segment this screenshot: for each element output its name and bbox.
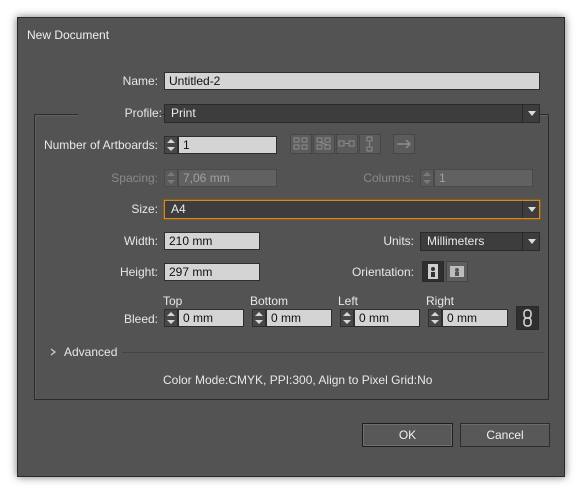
columns-label: Columns: (363, 171, 414, 185)
advanced-label[interactable]: Advanced (64, 345, 117, 359)
chevron-down-icon (522, 201, 539, 218)
ok-button[interactable]: OK (362, 423, 453, 447)
cancel-button[interactable]: Cancel (460, 423, 550, 447)
document-summary: Color Mode:CMYK, PPI:300, Align to Pixel… (163, 373, 433, 387)
spacing-input[interactable]: 7,06 mm (178, 169, 277, 187)
artboards-label: Number of Artboards: (43, 138, 158, 152)
units-label: Units: (383, 234, 414, 248)
orientation-label: Orientation: (351, 265, 414, 279)
arrange-by-row-icon (338, 140, 355, 147)
size-value: A4 (171, 202, 186, 216)
profile-label: Profile: (78, 106, 162, 120)
bleed-left-label: Left (338, 294, 359, 308)
grid-by-column-icon (316, 137, 331, 150)
columns-stepper[interactable] (420, 169, 434, 187)
portrait-button[interactable] (422, 261, 444, 282)
grid-by-column-button[interactable] (313, 134, 335, 154)
bleed-right-label: Right (426, 294, 455, 308)
arrange-by-column-button[interactable] (359, 134, 381, 154)
advanced-divider (122, 352, 544, 353)
columns-input[interactable]: 1 (434, 169, 533, 187)
units-value: Millimeters (427, 234, 485, 248)
bleed-left-input[interactable]: 0 mm (354, 309, 420, 327)
height-input[interactable]: 297 mm (164, 263, 260, 281)
profile-value: Print (171, 106, 196, 120)
grid-by-row-icon (293, 137, 308, 150)
bleed-right-stepper[interactable] (428, 309, 442, 327)
units-select[interactable]: Millimeters (420, 232, 540, 251)
bleed-bottom-label: Bottom (250, 294, 289, 308)
name-input[interactable]: Untitled-2 (164, 72, 540, 90)
advanced-toggle[interactable] (48, 346, 58, 358)
bleed-bottom-input[interactable]: 0 mm (266, 309, 332, 327)
name-label: Name: (122, 74, 158, 88)
spacing-stepper[interactable] (164, 169, 178, 187)
artboards-input[interactable]: 1 (178, 136, 277, 154)
new-document-dialog: New Document Name: Untitled-2 Profile: P… (17, 17, 565, 477)
artboards-stepper[interactable] (164, 136, 178, 154)
profile-select[interactable]: Print (164, 104, 540, 123)
bleed-label: Bleed: (123, 312, 158, 326)
dialog-title: New Document (27, 28, 110, 42)
arrange-by-column-icon (366, 136, 373, 152)
width-label: Width: (123, 234, 158, 248)
size-label: Size: (131, 202, 158, 216)
spacing-label: Spacing: (111, 171, 158, 185)
width-input[interactable]: 210 mm (164, 232, 260, 250)
landscape-icon (450, 266, 464, 277)
bleed-left-stepper[interactable] (340, 309, 354, 327)
link-chain-icon (523, 309, 532, 327)
layout-direction-button[interactable] (393, 134, 415, 154)
landscape-button[interactable] (446, 261, 468, 282)
chevron-down-icon (522, 233, 539, 250)
link-bleed-button[interactable] (516, 306, 539, 330)
arrow-right-icon (397, 139, 412, 149)
chevron-down-icon (522, 105, 539, 122)
bleed-top-label: Top (163, 294, 183, 308)
arrange-by-row-button[interactable] (336, 134, 358, 154)
chevron-right-icon (50, 348, 56, 356)
size-select[interactable]: A4 (164, 200, 540, 219)
height-label: Height: (119, 265, 158, 279)
bleed-top-stepper[interactable] (164, 309, 178, 327)
portrait-icon (428, 264, 438, 279)
bleed-top-input[interactable]: 0 mm (178, 309, 244, 327)
bleed-right-input[interactable]: 0 mm (442, 309, 508, 327)
grid-by-row-button[interactable] (290, 134, 312, 154)
bleed-bottom-stepper[interactable] (252, 309, 266, 327)
